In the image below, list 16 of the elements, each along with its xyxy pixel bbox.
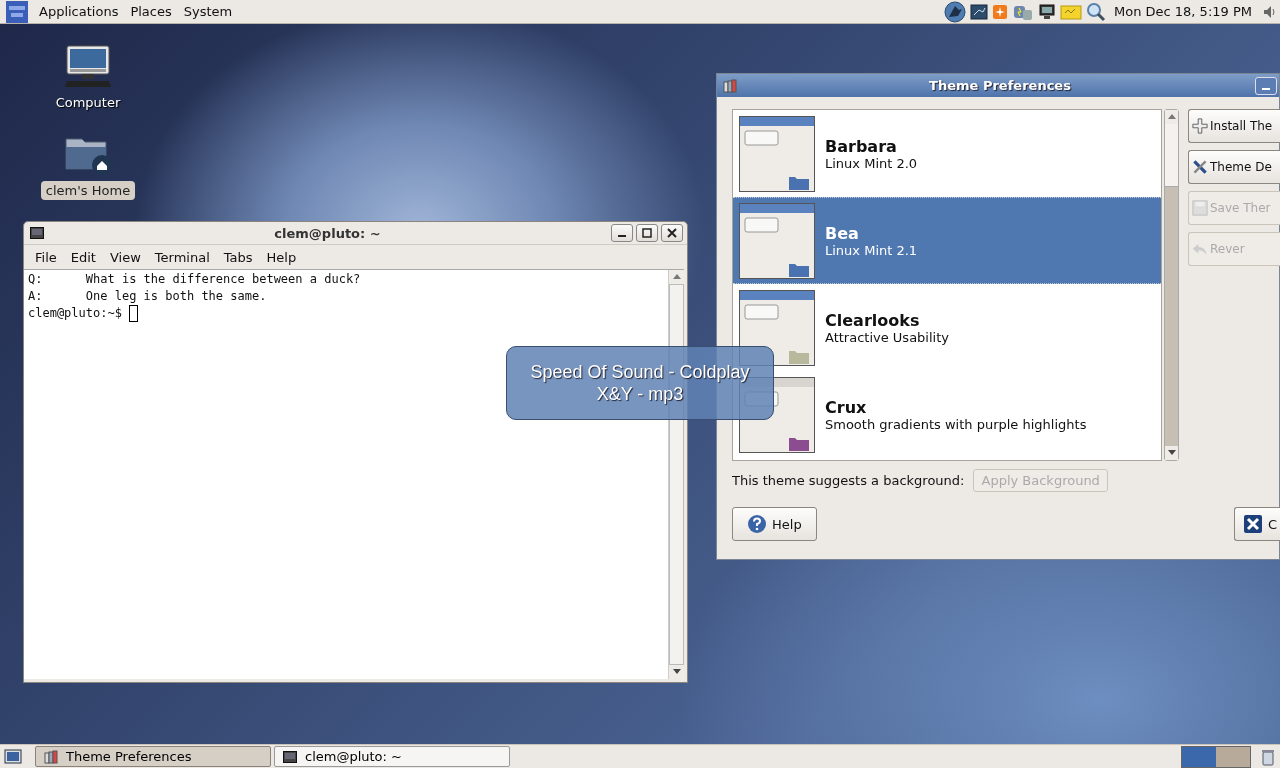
terminal-line: A: One leg is both the same.	[28, 288, 267, 305]
theme-name: Crux	[825, 397, 868, 417]
background-hint: This theme suggests a background:	[732, 473, 965, 488]
notification-text: Speed Of Sound - Coldplay	[530, 361, 750, 383]
window-title: Theme Preferences	[928, 78, 1072, 93]
notification-text: X&Y - mp3	[596, 383, 684, 405]
theme-name: Bea	[825, 223, 860, 243]
theme-description: Linux Mint 2.1	[825, 242, 918, 258]
theme-description: Linux Mint 2.0	[825, 155, 918, 171]
theme-name: Clearlooks	[825, 310, 921, 330]
window-title: clem@pluto: ~	[273, 225, 382, 241]
terminal-line: Q: What is the difference between a duck?	[28, 271, 361, 288]
theme-description: Smooth gradients with purple highlights	[825, 416, 1087, 432]
theme-description: Attractive Usability	[825, 329, 949, 345]
theme-name: Barbara	[825, 136, 898, 156]
terminal-line: clem@pluto:~$	[28, 305, 123, 322]
